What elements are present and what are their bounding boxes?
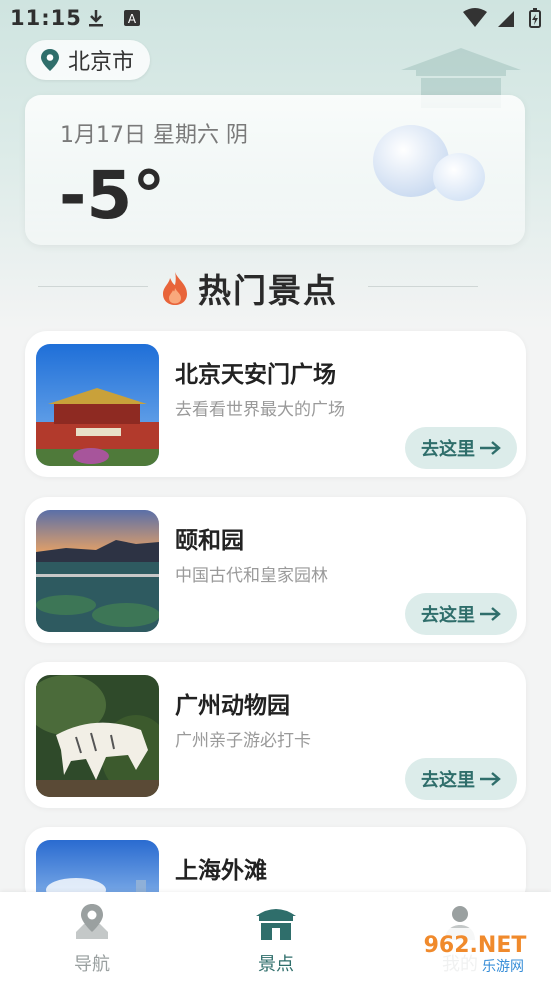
divider-line xyxy=(38,286,148,287)
watermark-logo: 962.NET 乐游网 xyxy=(405,928,545,976)
map-pin-icon xyxy=(76,904,108,939)
go-here-button[interactable]: 去这里 xyxy=(405,758,517,800)
weather-temperature: -5° xyxy=(59,157,166,234)
spot-name: 上海外滩 xyxy=(175,858,267,884)
location-pin-icon xyxy=(41,49,59,71)
download-icon xyxy=(89,10,103,27)
tab-navigation[interactable]: 导航 xyxy=(42,902,142,976)
battery-icon xyxy=(529,8,541,28)
go-here-label: 去这里 xyxy=(421,605,475,626)
spot-name: 北京天安门广场 xyxy=(175,362,336,388)
status-icons-right xyxy=(462,8,541,32)
spot-card[interactable]: 北京天安门广场 去看看世界最大的广场 去这里 xyxy=(25,331,526,477)
svg-text:A: A xyxy=(128,12,137,26)
spot-image xyxy=(36,675,159,797)
go-here-label: 去这里 xyxy=(421,439,475,460)
weather-date: 1月17日 星期六 阴 xyxy=(60,123,248,148)
divider-line xyxy=(368,286,478,287)
tab-label: 景点 xyxy=(258,954,294,975)
spot-description: 中国古代和皇家园林 xyxy=(175,566,328,586)
arrow-right-icon xyxy=(480,772,501,786)
watermark-subtext: 乐游网 xyxy=(482,959,524,975)
tab-label: 导航 xyxy=(74,954,110,975)
spot-card[interactable]: 广州动物园 广州亲子游必打卡 去这里 xyxy=(25,662,526,808)
spot-image xyxy=(36,344,159,466)
spot-description: 广州亲子游必打卡 xyxy=(175,731,311,751)
section-header: 热门景点 xyxy=(38,262,478,310)
weather-card: 1月17日 星期六 阴 -5° xyxy=(25,95,525,245)
watermark-text: 962.NET xyxy=(424,933,527,958)
status-time: 11:15 xyxy=(10,6,82,30)
signal-icon xyxy=(497,11,514,27)
spot-image xyxy=(36,510,159,632)
status-icons-left: A xyxy=(88,9,141,31)
status-bar: 11:15 A xyxy=(0,0,551,36)
location-selector[interactable]: 北京市 xyxy=(26,40,151,80)
location-city: 北京市 xyxy=(68,50,135,75)
cloud-icon xyxy=(373,125,485,201)
spot-description: 去看看世界最大的广场 xyxy=(175,400,345,420)
spot-name: 颐和园 xyxy=(175,528,244,554)
go-here-button[interactable]: 去这里 xyxy=(405,427,517,469)
fire-icon xyxy=(163,272,187,305)
section-title: 热门景点 xyxy=(198,271,338,310)
arrow-right-icon xyxy=(480,607,501,621)
go-here-label: 去这里 xyxy=(421,770,475,791)
tab-attractions[interactable]: 景点 xyxy=(226,902,326,976)
pavilion-icon xyxy=(256,909,296,940)
wifi-icon xyxy=(462,8,487,27)
spot-name: 广州动物园 xyxy=(175,693,290,719)
go-here-button[interactable]: 去这里 xyxy=(405,593,517,635)
section-title-group: 热门景点 xyxy=(160,264,338,312)
a-badge-icon: A xyxy=(124,10,141,26)
spot-card[interactable]: 颐和园 中国古代和皇家园林 去这里 xyxy=(25,497,526,643)
arrow-right-icon xyxy=(480,441,501,455)
